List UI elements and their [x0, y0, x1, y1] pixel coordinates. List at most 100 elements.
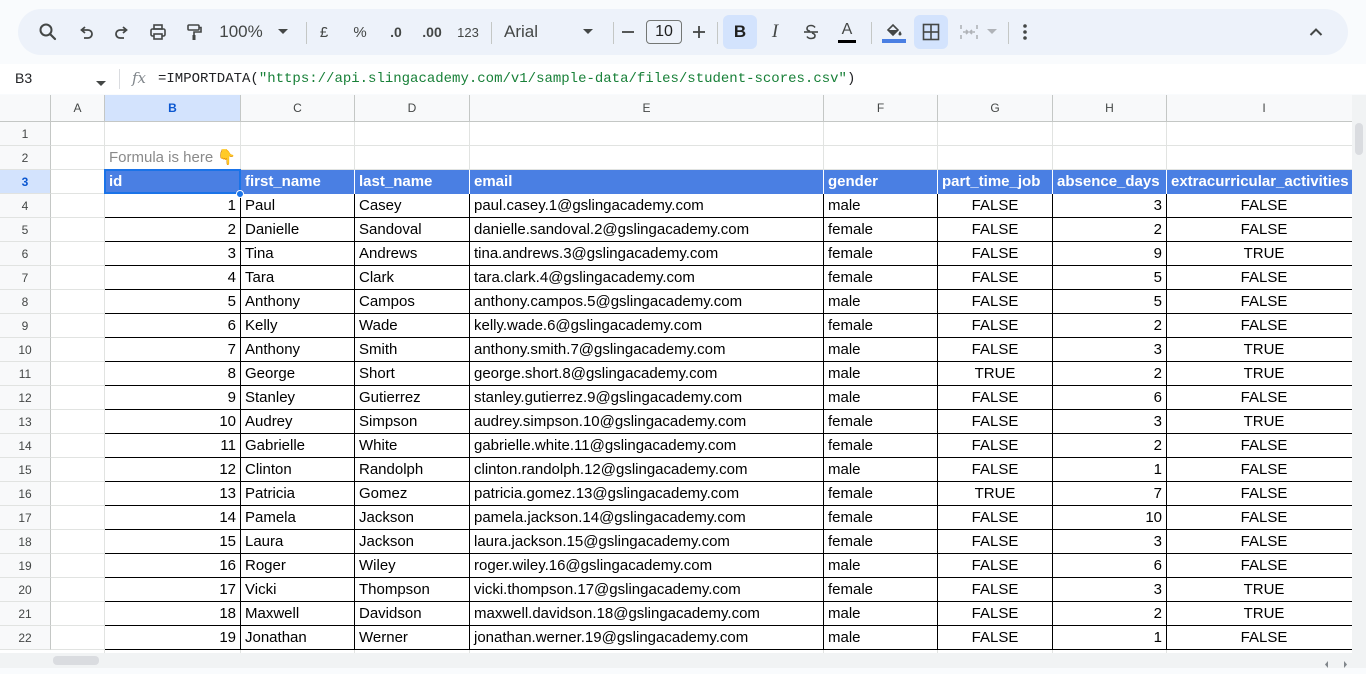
table-cell[interactable]: TRUE	[1167, 242, 1352, 266]
table-cell[interactable]: female	[824, 242, 938, 266]
select-all-corner[interactable]	[0, 95, 51, 122]
table-cell[interactable]: FALSE	[1167, 506, 1352, 530]
table-cell[interactable]: pamela.jackson.14@gslingacademy.com	[470, 506, 824, 530]
table-cell[interactable]: female	[824, 218, 938, 242]
table-cell[interactable]: Laura	[241, 530, 355, 554]
table-cell[interactable]: Casey	[355, 194, 470, 218]
table-cell[interactable]: FALSE	[1167, 266, 1352, 290]
table-cell[interactable]: anthony.smith.7@gslingacademy.com	[470, 338, 824, 362]
table-cell[interactable]: 2	[105, 218, 241, 242]
table-cell[interactable]: Tara	[241, 266, 355, 290]
table-cell[interactable]: FALSE	[938, 554, 1053, 578]
row-header-14[interactable]: 14	[0, 434, 51, 458]
table-cell[interactable]: maxwell.davidson.18@gslingacademy.com	[470, 602, 824, 626]
table-cell[interactable]: 10	[105, 410, 241, 434]
formula-input[interactable]: =IMPORTDATA("https://api.slingacademy.co…	[158, 71, 855, 87]
table-cell[interactable]: roger.wiley.16@gslingacademy.com	[470, 554, 824, 578]
name-box-dropdown-icon[interactable]	[96, 74, 106, 92]
table-cell[interactable]: Wade	[355, 314, 470, 338]
table-cell[interactable]: Sandoval	[355, 218, 470, 242]
decrease-decimals-button[interactable]: .0	[380, 9, 412, 55]
table-cell[interactable]: FALSE	[938, 506, 1053, 530]
table-cell[interactable]: Pamela	[241, 506, 355, 530]
table-cell[interactable]: Jackson	[355, 506, 470, 530]
print-icon[interactable]	[140, 9, 176, 55]
table-cell[interactable]: Patricia	[241, 482, 355, 506]
row-header-19[interactable]: 19	[0, 554, 51, 578]
table-cell[interactable]: Simpson	[355, 410, 470, 434]
table-cell[interactable]: Davidson	[355, 602, 470, 626]
table-cell[interactable]: male	[824, 362, 938, 386]
table-cell[interactable]: 1	[1053, 458, 1167, 482]
column-header-b[interactable]: B	[105, 95, 241, 122]
table-cell[interactable]: 6	[1053, 554, 1167, 578]
row-header-20[interactable]: 20	[0, 578, 51, 602]
table-cell[interactable]: female	[824, 314, 938, 338]
text-color-button[interactable]: A	[832, 9, 862, 55]
merge-dropdown-icon[interactable]	[984, 9, 1000, 55]
search-icon[interactable]	[30, 9, 66, 55]
table-cell[interactable]: Campos	[355, 290, 470, 314]
table-cell[interactable]: Stanley	[241, 386, 355, 410]
table-cell[interactable]: FALSE	[1167, 482, 1352, 506]
more-vert-icon[interactable]	[1012, 9, 1038, 55]
scroll-right-icon[interactable]	[1340, 656, 1350, 668]
vertical-scrollbar-thumb[interactable]	[1355, 123, 1363, 155]
row-header-21[interactable]: 21	[0, 602, 51, 626]
table-cell[interactable]: 6	[1053, 386, 1167, 410]
table-cell[interactable]: FALSE	[938, 242, 1053, 266]
table-cell[interactable]: Smith	[355, 338, 470, 362]
table-cell[interactable]: FALSE	[938, 194, 1053, 218]
table-cell[interactable]: TRUE	[1167, 338, 1352, 362]
row-header-12[interactable]: 12	[0, 386, 51, 410]
spreadsheet-grid[interactable]: A B C D E F G H I 1 2 3 4 5 6 7 8 9 10 11 12 13 14 15 16 17 18 19 20…	[0, 95, 1352, 653]
increase-decimals-button[interactable]: .00	[416, 9, 448, 55]
fill-color-icon[interactable]	[878, 9, 910, 55]
table-header-cell[interactable]: absence_days	[1053, 170, 1167, 194]
table-cell[interactable]: Jonathan	[241, 626, 355, 650]
row-header-13[interactable]: 13	[0, 410, 51, 434]
row-header-4[interactable]: 4	[0, 194, 51, 218]
paint-format-icon[interactable]	[176, 9, 212, 55]
table-cell[interactable]: Tina	[241, 242, 355, 266]
table-cell[interactable]: male	[824, 458, 938, 482]
row-header-6[interactable]: 6	[0, 242, 51, 266]
table-cell[interactable]: male	[824, 602, 938, 626]
decrease-font-icon[interactable]	[615, 9, 641, 55]
table-cell[interactable]: 5	[1053, 290, 1167, 314]
name-box[interactable]: B3	[15, 70, 32, 86]
table-header-cell[interactable]: last_name	[355, 170, 470, 194]
table-cell[interactable]: 9	[105, 386, 241, 410]
bold-button[interactable]: B	[723, 15, 757, 49]
table-cell[interactable]: paul.casey.1@gslingacademy.com	[470, 194, 824, 218]
table-cell[interactable]: female	[824, 530, 938, 554]
row-header-11[interactable]: 11	[0, 362, 51, 386]
table-cell[interactable]: 4	[105, 266, 241, 290]
redo-icon[interactable]	[104, 9, 140, 55]
table-cell[interactable]: 18	[105, 602, 241, 626]
horizontal-scrollbar-thumb[interactable]	[53, 656, 99, 665]
table-cell[interactable]: Roger	[241, 554, 355, 578]
table-cell[interactable]: 9	[1053, 242, 1167, 266]
number-format-button[interactable]: 123	[453, 9, 483, 55]
table-cell[interactable]: male	[824, 626, 938, 650]
table-cell[interactable]: TRUE	[1167, 362, 1352, 386]
table-cell[interactable]: FALSE	[938, 218, 1053, 242]
table-cell[interactable]: FALSE	[938, 602, 1053, 626]
table-cell[interactable]: FALSE	[938, 386, 1053, 410]
table-cell[interactable]: 2	[1053, 362, 1167, 386]
table-cell[interactable]: female	[824, 482, 938, 506]
table-cell[interactable]: george.short.8@gslingacademy.com	[470, 362, 824, 386]
table-cell[interactable]: patricia.gomez.13@gslingacademy.com	[470, 482, 824, 506]
row-header-7[interactable]: 7	[0, 266, 51, 290]
row-header-1[interactable]: 1	[0, 122, 51, 146]
row-header-8[interactable]: 8	[0, 290, 51, 314]
column-header-c[interactable]: C	[241, 95, 355, 122]
table-cell[interactable]: 13	[105, 482, 241, 506]
column-header-e[interactable]: E	[470, 95, 824, 122]
zoom-select[interactable]: 100%	[216, 9, 266, 55]
table-cell[interactable]: 12	[105, 458, 241, 482]
table-cell[interactable]: 2	[1053, 218, 1167, 242]
table-cell[interactable]: FALSE	[938, 290, 1053, 314]
table-cell[interactable]: FALSE	[938, 626, 1053, 650]
